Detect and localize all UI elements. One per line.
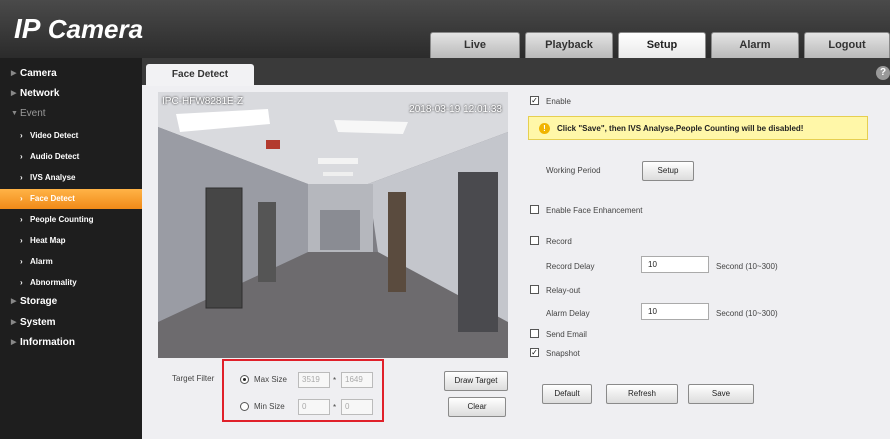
chevron-right-icon: › [20,215,23,224]
chevron-right-icon: › [20,236,23,245]
working-period-label: Working Period [546,166,601,175]
warning-text: Click "Save", then IVS Analyse,People Co… [557,124,804,133]
sidebar-subitem-label: Alarm [30,257,53,266]
sidebar: ▶ Camera ▶ Network ▼ Event › Video Detec… [0,58,142,439]
sidebar-subitem-people-counting[interactable]: › People Counting [0,210,142,230]
chevron-right-icon: › [20,152,23,161]
sidebar-item-label: Network [20,88,60,99]
tab-logout[interactable]: Logout [804,32,890,58]
tab-alarm[interactable]: Alarm [711,32,799,58]
alarm-delay-label: Alarm Delay [546,309,590,318]
chevron-right-icon: › [20,194,23,203]
sidebar-subitem-heat-map[interactable]: › Heat Map [0,231,142,251]
send-email-label: Send Email [546,330,587,339]
sidebar-item-storage[interactable]: ▶ Storage [0,292,142,312]
sidebar-subitem-label: Audio Detect [30,152,80,161]
app-logo: IP Camera [14,13,143,45]
top-header: IP Camera Live Playback Setup Alarm Logo… [0,0,890,58]
logo-ip-text: IP [14,13,41,44]
sidebar-item-camera[interactable]: ▶ Camera [0,64,142,84]
collapse-arrow-icon: ▼ [11,110,18,117]
target-filter-label: Target Filter [172,374,215,383]
camera-name-overlay: IPC-HFW8281E-Z [162,96,244,107]
record-delay-unit: Second (10~300) [716,262,778,271]
sidebar-subitem-label: Abnormality [30,278,77,287]
corridor-camera-image [158,92,508,358]
refresh-button[interactable]: Refresh [606,384,678,404]
warning-banner: ! Click "Save", then IVS Analyse,People … [528,116,868,140]
sidebar-subitem-label: Video Detect [30,131,79,140]
expand-arrow-icon: ▶ [11,319,17,326]
sidebar-item-information[interactable]: ▶ Information [0,333,142,353]
working-period-setup-button[interactable]: Setup [642,161,694,181]
chevron-right-icon: › [20,131,23,140]
default-button[interactable]: Default [542,384,592,404]
record-delay-label: Record Delay [546,262,595,271]
alarm-delay-input[interactable]: 10 [641,303,709,320]
sidebar-subitem-label: Face Detect [30,194,75,203]
sidebar-subitem-video-detect[interactable]: › Video Detect [0,126,142,146]
record-label: Record [546,237,572,246]
relay-out-checkbox[interactable] [530,285,539,294]
snapshot-checkbox[interactable]: ✓ [530,348,539,357]
chevron-right-icon: › [20,257,23,266]
highlight-box [222,359,384,422]
send-email-checkbox[interactable] [530,329,539,338]
chevron-right-icon: › [20,278,23,287]
expand-arrow-icon: ▶ [11,90,17,97]
relay-out-label: Relay-out [546,286,581,295]
enable-checkbox[interactable]: ✓ [530,96,539,105]
expand-arrow-icon: ▶ [11,70,17,77]
tab-live[interactable]: Live [430,32,520,58]
timestamp-overlay: 2018-03-19 12:01:33 [409,104,502,115]
video-preview[interactable]: IPC-HFW8281E-Z 2018-03-19 12:01:33 [158,92,508,358]
help-icon[interactable]: ? [876,66,890,80]
expand-arrow-icon: ▶ [11,298,17,305]
record-checkbox[interactable] [530,236,539,245]
logo-camera-text: Camera [47,14,144,44]
alarm-delay-unit: Second (10~300) [716,309,778,318]
record-delay-input[interactable]: 10 [641,256,709,273]
clear-button[interactable]: Clear [448,397,506,417]
expand-arrow-icon: ▶ [11,339,17,346]
sidebar-subitem-label: Heat Map [30,236,66,245]
sidebar-subitem-face-detect[interactable]: › Face Detect [0,189,142,209]
sidebar-subitem-abnormality[interactable]: › Abnormality [0,273,142,293]
sidebar-subitem-alarm[interactable]: › Alarm [0,252,142,272]
sidebar-item-label: System [20,317,56,328]
snapshot-label: Snapshot [546,349,580,358]
tab-face-detect[interactable]: Face Detect [146,64,254,86]
tab-setup[interactable]: Setup [618,32,706,58]
sidebar-item-label: Storage [20,296,58,307]
sidebar-item-label: Event [20,108,46,119]
warning-icon: ! [539,123,550,134]
sidebar-item-system[interactable]: ▶ System [0,313,142,333]
sidebar-subitem-ivs-analyse[interactable]: › IVS Analyse [0,168,142,188]
save-button[interactable]: Save [688,384,754,404]
content-tab-bar: Face Detect ? [142,58,890,86]
sidebar-item-event[interactable]: ▼ Event [0,104,142,124]
draw-target-button[interactable]: Draw Target [444,371,508,391]
sidebar-subitem-label: IVS Analyse [30,173,76,182]
sidebar-item-network[interactable]: ▶ Network [0,84,142,104]
tab-playback[interactable]: Playback [525,32,613,58]
sidebar-subitem-label: People Counting [30,215,94,224]
enable-label: Enable [546,97,571,106]
face-enhancement-checkbox[interactable] [530,205,539,214]
sidebar-item-label: Information [20,337,75,348]
chevron-right-icon: › [20,173,23,182]
sidebar-item-label: Camera [20,68,57,79]
sidebar-subitem-audio-detect[interactable]: › Audio Detect [0,147,142,167]
face-enhancement-label: Enable Face Enhancement [546,206,643,215]
